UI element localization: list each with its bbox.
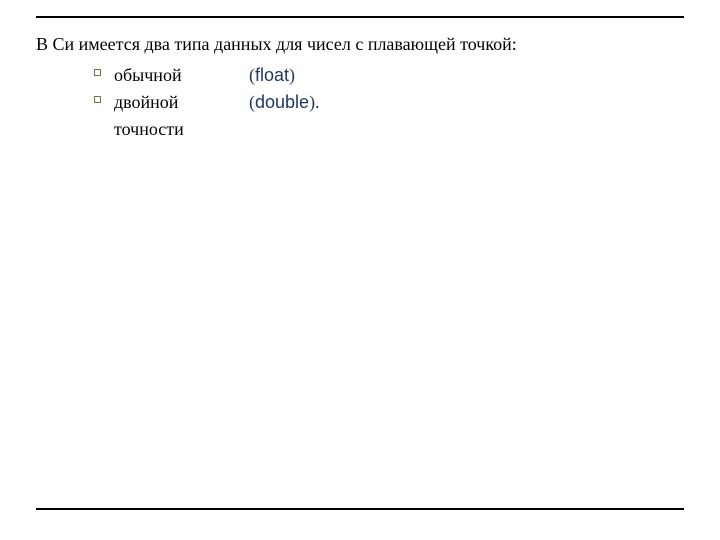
lead-text: В Си имеется два типа данных для чисел с… [36,32,684,56]
list-item: двойной точности (double). [94,89,684,143]
square-bullet-icon [94,96,101,103]
type-keyword: float [255,65,289,85]
precision-label: двойной точности [114,89,249,143]
list-row: двойной точности (double). [114,89,684,143]
top-rule [36,16,684,18]
close-paren: ). [309,92,320,112]
square-bullet-icon [94,69,101,76]
type-keyword: double [255,92,309,112]
slide-content: В Си имеется два типа данных для чисел с… [36,16,684,510]
list-item: обычной (float) [94,62,684,89]
type-group: (double). [249,89,320,143]
bottom-rule [36,508,684,510]
close-paren: ) [289,65,295,85]
list-row: обычной (float) [114,62,684,89]
precision-label: обычной [114,62,249,89]
type-group: (float) [249,62,295,89]
bullet-list: обычной (float) двойной точности (double… [36,62,684,143]
